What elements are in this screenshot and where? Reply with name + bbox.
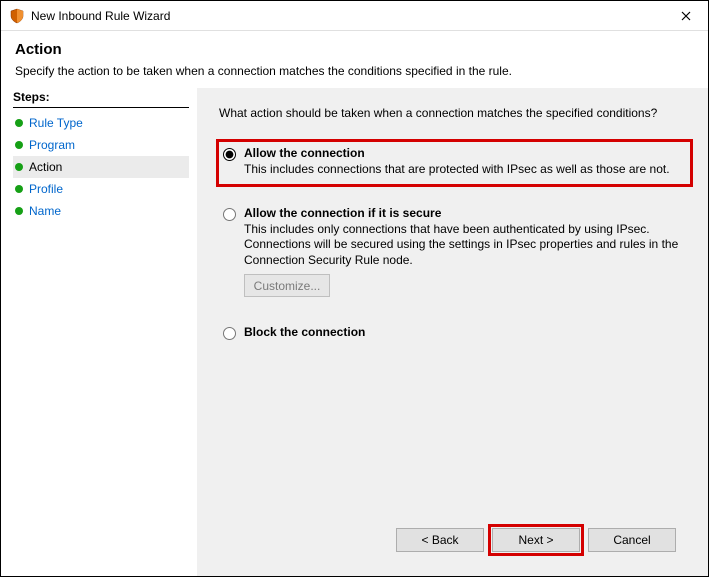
customize-button: Customize... (244, 274, 330, 297)
bullet-icon (15, 163, 23, 171)
option-desc: This includes connections that are prote… (244, 162, 684, 178)
step-item-program[interactable]: Program (13, 134, 189, 156)
page-subtitle: Specify the action to be taken when a co… (15, 64, 694, 78)
page-title: Action (15, 41, 694, 58)
step-item-profile[interactable]: Profile (13, 178, 189, 200)
bullet-icon (15, 207, 23, 215)
step-label: Action (29, 160, 62, 174)
wizard-footer: < Back Next > Cancel (219, 518, 690, 566)
content-pane: What action should be taken when a conne… (197, 88, 708, 576)
step-label: Rule Type (29, 116, 83, 130)
cancel-button[interactable]: Cancel (588, 528, 676, 552)
steps-sidebar: Steps: Rule Type Program Action Profile Name (1, 88, 197, 576)
option-title: Block the connection (244, 325, 684, 339)
question-text: What action should be taken when a conne… (219, 106, 690, 120)
next-button[interactable]: Next > (492, 528, 580, 552)
option-allow_secure[interactable]: Allow the connection if it is secure This… (219, 202, 690, 304)
bullet-icon (15, 119, 23, 127)
option-desc: This includes only connections that have… (244, 222, 684, 269)
step-label: Profile (29, 182, 63, 196)
page-header: Action Specify the action to be taken wh… (1, 31, 708, 88)
step-item-action[interactable]: Action (13, 156, 189, 178)
window-title: New Inbound Rule Wizard (31, 9, 663, 23)
close-button[interactable] (663, 1, 708, 31)
steps-heading: Steps: (13, 88, 189, 108)
bullet-icon (15, 141, 23, 149)
app-icon (9, 8, 25, 24)
bullet-icon (15, 185, 23, 193)
radio-allow_secure[interactable] (223, 208, 236, 221)
option-title: Allow the connection (244, 146, 684, 160)
step-item-rule-type[interactable]: Rule Type (13, 112, 189, 134)
option-title: Allow the connection if it is secure (244, 206, 684, 220)
radio-allow[interactable] (223, 148, 236, 161)
step-item-name[interactable]: Name (13, 200, 189, 222)
back-button[interactable]: < Back (396, 528, 484, 552)
radio-block[interactable] (223, 327, 236, 340)
titlebar: New Inbound Rule Wizard (1, 1, 708, 31)
option-block[interactable]: Block the connection (219, 321, 690, 347)
step-label: Program (29, 138, 75, 152)
step-label: Name (29, 204, 61, 218)
option-allow[interactable]: Allow the connection This includes connec… (219, 142, 690, 184)
